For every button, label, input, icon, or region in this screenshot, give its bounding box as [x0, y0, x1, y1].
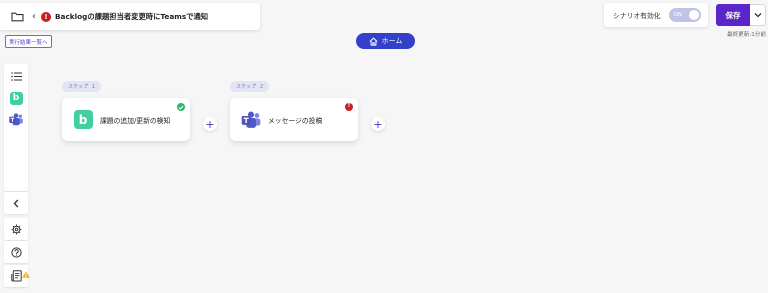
add-step-button-2[interactable]: + [371, 117, 385, 131]
home-icon [369, 37, 378, 46]
teams-app-icon [241, 110, 261, 130]
teams-icon [9, 112, 23, 125]
step-label: 課題の追加/更新の検知 [100, 116, 171, 125]
chevron-left-icon [13, 199, 19, 207]
home-button[interactable]: ホーム [356, 33, 415, 49]
toggle-state-text: ON [673, 12, 683, 18]
sidebar-settings-button[interactable] [4, 218, 28, 240]
step-card-backlog[interactable]: b 課題の追加/更新の検知 [62, 98, 190, 141]
sidebar-item-backlog[interactable]: b [4, 88, 28, 108]
backlog-icon: b [9, 91, 23, 105]
add-step-button-1[interactable]: + [203, 117, 217, 131]
sidebar-item-list[interactable] [4, 66, 28, 86]
execution-results-link[interactable]: 実行結果一覧へ [5, 35, 52, 48]
scenario-toggle-label: シナリオ有効化 [613, 12, 661, 20]
backlog-icon: b [73, 110, 93, 129]
gear-icon [11, 224, 21, 234]
sidebar-app-list: b [4, 64, 28, 191]
step-tag-number: 2 [260, 83, 264, 90]
save-menu-button[interactable] [750, 4, 766, 26]
error-icon: ! [41, 11, 51, 22]
chevron-down-icon [754, 13, 761, 18]
sidebar-collapse-button[interactable] [4, 192, 28, 214]
scenario-title[interactable]: Backlogの課題担当者変更時にTeamsで通知 [55, 12, 208, 22]
help-icon [10, 246, 22, 258]
step-tag-label: ステップ [68, 84, 89, 90]
save-button[interactable]: 保存 [716, 4, 750, 26]
sidebar-help-button[interactable] [4, 241, 28, 263]
backlog-app-icon: b [73, 110, 93, 130]
scenario-toggle[interactable]: ON [668, 8, 701, 22]
step-tag-1: ステップ 1 [62, 81, 102, 92]
scenario-toggle-card: シナリオ有効化 ON [604, 3, 708, 27]
step-tag-label: ステップ [236, 84, 257, 90]
scenario-header: ‹ ! Backlogの課題担当者変更時にTeamsで通知 [0, 3, 260, 30]
back-button[interactable]: ‹ [32, 11, 36, 22]
step-tag-2: ステップ 2 [230, 81, 270, 92]
success-check-icon [177, 103, 185, 111]
error-icon: ! [345, 103, 353, 111]
toggle-knob [688, 10, 699, 20]
warning-icon [22, 263, 30, 282]
folder-icon[interactable] [11, 11, 24, 22]
teams-icon [241, 111, 261, 128]
step-card-teams[interactable]: メッセージの投稿 ! [230, 98, 358, 141]
home-label: ホーム [381, 37, 403, 45]
step-label: メッセージの投稿 [268, 116, 323, 125]
document-icon [10, 270, 22, 282]
list-icon [10, 71, 22, 81]
last-updated: 最終更新:1分前 [726, 32, 766, 38]
sidebar-item-teams[interactable] [4, 109, 28, 129]
step-tag-number: 1 [92, 83, 96, 90]
